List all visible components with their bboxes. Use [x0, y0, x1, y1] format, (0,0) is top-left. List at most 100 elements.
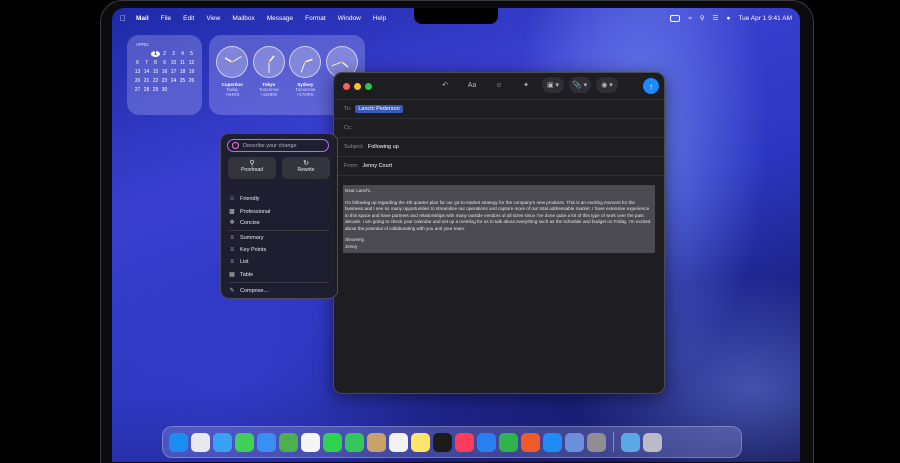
- dock-preview-icon[interactable]: [565, 432, 584, 452]
- calendar-day: 26: [188, 78, 195, 84]
- rewrite-button[interactable]: ↻ Rewrite: [282, 157, 330, 179]
- format-key-points[interactable]: ≡ Key Points: [229, 247, 266, 253]
- magnifier-icon: ⚲: [249, 160, 255, 167]
- desktop-screen:  Mail File Edit View Mailbox Message Fo…: [112, 8, 800, 462]
- calendar-day: 10: [170, 60, 177, 66]
- from-field[interactable]: From: Jenny Court: [334, 157, 664, 176]
- siri-icon[interactable]: ●: [726, 15, 730, 22]
- menu-view[interactable]: View: [206, 15, 220, 22]
- dock-swift-playgrounds-icon[interactable]: [521, 432, 540, 452]
- recipient-chip[interactable]: Lanchi Pederson: [355, 105, 403, 113]
- close-button[interactable]: [343, 82, 350, 90]
- tone-professional[interactable]: ▩ Professional: [229, 208, 271, 216]
- markup-icon[interactable]: ◉ ▾: [596, 77, 618, 93]
- menubar-clock[interactable]: Tue Apr 1 9:41 AM: [738, 15, 792, 22]
- zoom-button[interactable]: [365, 82, 372, 90]
- calendar-widget[interactable]: APRIL 1 2 3 4 5 6 7 8 9 10 11 12 13 14 15 16 17 18 19 20 21 2…: [127, 35, 202, 115]
- control-center-icon[interactable]: ☰: [713, 14, 719, 22]
- apple-menu-icon[interactable]: : [120, 14, 126, 23]
- calendar-day: 18: [179, 69, 186, 75]
- calendar-day: 27: [134, 87, 141, 93]
- cc-field[interactable]: Cc:: [334, 119, 664, 138]
- menu-window[interactable]: Window: [338, 15, 361, 22]
- calendar-day: 8: [154, 60, 157, 66]
- dock-facetime-icon[interactable]: [323, 432, 342, 452]
- undo-icon[interactable]: ↶: [434, 77, 456, 93]
- format-list-label: List: [240, 259, 249, 265]
- tone-professional-label: Professional: [240, 208, 271, 215]
- calendar-day: 5: [190, 51, 193, 57]
- search-icon[interactable]: ⚲: [700, 14, 705, 22]
- dock-notes-icon[interactable]: [411, 432, 430, 452]
- dock-photos-icon[interactable]: [301, 432, 320, 452]
- body-greeting: Dear Lanchi,: [345, 188, 372, 193]
- calendar-day: 3: [172, 51, 175, 57]
- font-button[interactable]: Aa: [461, 77, 483, 93]
- dock-separator: [613, 432, 614, 452]
- dock-system-settings-icon[interactable]: [587, 432, 606, 452]
- from-value[interactable]: Jenny Court: [362, 163, 392, 169]
- dock-finder-icon[interactable]: [169, 432, 188, 452]
- format-summary[interactable]: ≡ Summary: [229, 235, 263, 241]
- list-icon: ≡: [230, 259, 234, 265]
- message-body[interactable]: Dear Lanchi, I'm following up regarding …: [343, 185, 655, 254]
- tone-friendly[interactable]: ☺ Friendly: [229, 196, 260, 202]
- format-table[interactable]: ▦ Table: [229, 271, 253, 279]
- wifi-icon[interactable]: ≈: [688, 15, 692, 22]
- dock-tv-icon[interactable]: [433, 432, 452, 452]
- menu-format[interactable]: Format: [305, 15, 326, 22]
- menu-help[interactable]: Help: [373, 15, 386, 22]
- writing-tools-icon[interactable]: ✦: [515, 77, 537, 93]
- concise-icon: ✥: [229, 220, 235, 226]
- dock-folder-icon[interactable]: [621, 432, 640, 452]
- describe-change-input[interactable]: Describe your change: [227, 139, 329, 152]
- dock-launchpad-icon[interactable]: [191, 432, 210, 452]
- compose-window: ↶ Aa ☺ ✦ ▣ ▾ 📎 ▾ ◉ ▾ ↑ To: Lanchi Peders…: [333, 72, 665, 394]
- rewrite-label: Rewrite: [297, 167, 315, 173]
- compose-option[interactable]: ✎ Compose...: [229, 287, 268, 295]
- photo-browser-icon[interactable]: ▣ ▾: [542, 77, 564, 93]
- calendar-day: 28: [143, 87, 150, 93]
- calendar-day: 22: [152, 78, 159, 84]
- calendar-day: 30: [161, 87, 168, 93]
- menu-message[interactable]: Message: [267, 15, 293, 22]
- dock-music-icon[interactable]: [455, 432, 474, 452]
- dock-keynote-icon[interactable]: [477, 432, 496, 452]
- dock-numbers-icon[interactable]: [499, 432, 518, 452]
- table-icon: ▦: [229, 272, 235, 278]
- menu-edit[interactable]: Edit: [183, 15, 194, 22]
- to-field[interactable]: To: Lanchi Pederson: [334, 100, 664, 119]
- calendar-day: 7: [145, 60, 148, 66]
- dock-phone-icon[interactable]: [345, 432, 364, 452]
- dock-reminders-icon[interactable]: [389, 432, 408, 452]
- menu-file[interactable]: File: [161, 15, 171, 22]
- emoji-icon[interactable]: ☺: [488, 77, 510, 93]
- menu-app-name[interactable]: Mail: [136, 15, 149, 22]
- send-button[interactable]: ↑: [643, 78, 659, 94]
- summary-icon: ≡: [230, 235, 234, 241]
- body-signature: Jenny: [345, 243, 358, 249]
- tone-friendly-label: Friendly: [240, 196, 260, 202]
- dock-safari-icon[interactable]: [213, 432, 232, 452]
- calendar-day: 15: [152, 69, 159, 75]
- dock-messages-icon[interactable]: [235, 432, 254, 452]
- calendar-day: 14: [143, 69, 150, 75]
- clock-offset: +0HRS: [224, 92, 240, 97]
- dock-mail-icon[interactable]: [257, 432, 276, 452]
- tone-concise[interactable]: ✥ Concise: [229, 219, 260, 227]
- subject-label: Subject:: [344, 144, 364, 150]
- subject-value[interactable]: Following up: [368, 144, 399, 150]
- subject-field[interactable]: Subject: Following up: [334, 138, 664, 157]
- format-list[interactable]: ≡ List: [229, 259, 249, 265]
- minimize-button[interactable]: [354, 82, 361, 90]
- calendar-day: 13: [134, 69, 141, 75]
- menu-mailbox[interactable]: Mailbox: [232, 15, 254, 22]
- dock-contacts-icon[interactable]: [367, 432, 386, 452]
- battery-icon[interactable]: [670, 14, 681, 22]
- proofread-button[interactable]: ⚲ Proofread: [228, 157, 276, 179]
- attachment-icon[interactable]: 📎 ▾: [569, 77, 591, 93]
- dock-app-store-icon[interactable]: [543, 432, 562, 452]
- tone-concise-label: Concise: [240, 219, 260, 226]
- dock-maps-icon[interactable]: [279, 432, 298, 452]
- dock-trash-icon[interactable]: [643, 432, 662, 452]
